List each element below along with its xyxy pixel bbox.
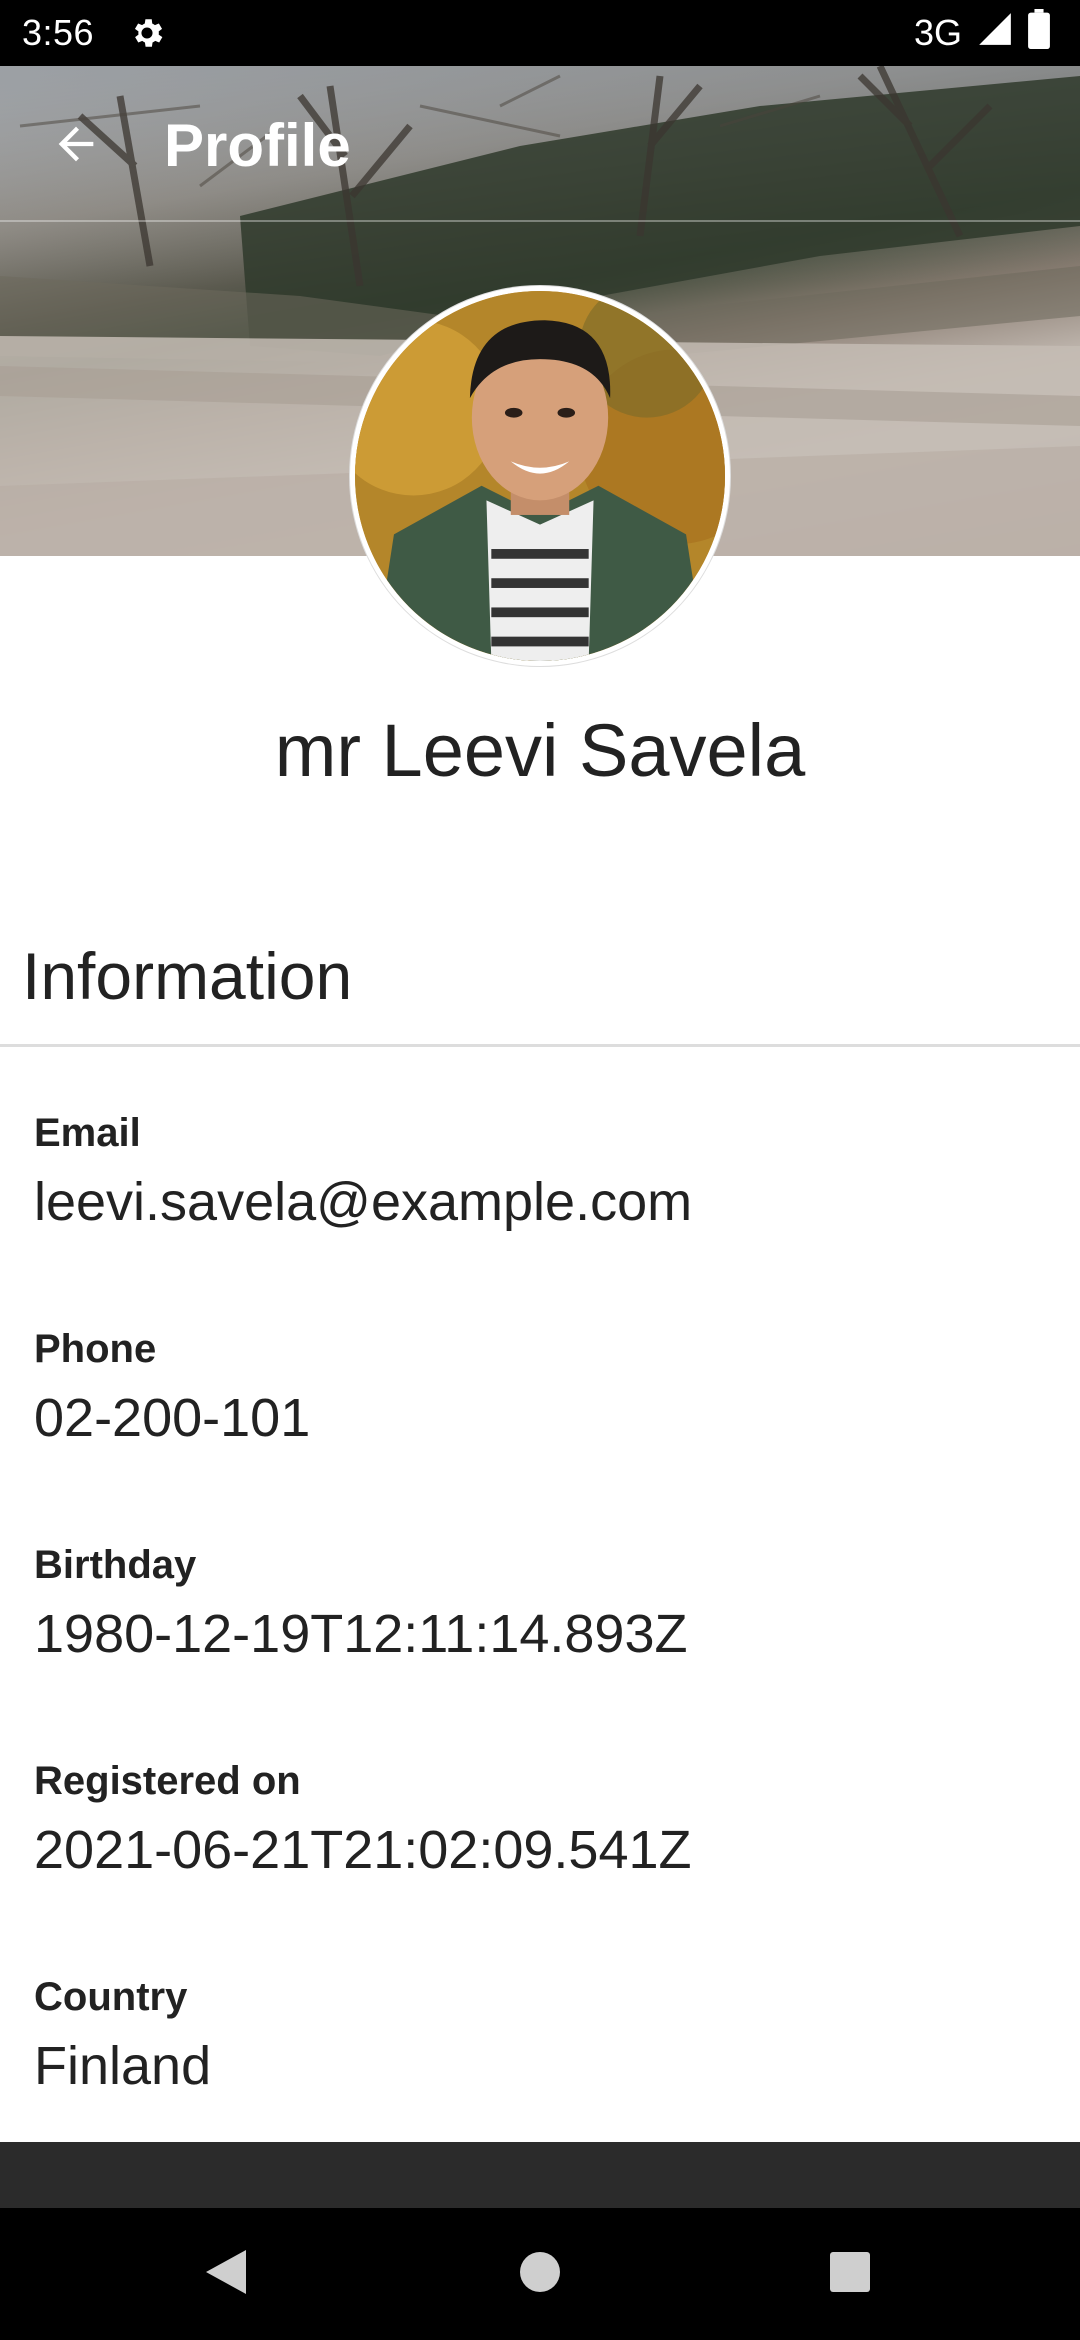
back-triangle-icon (204, 2248, 248, 2301)
recents-square-icon (829, 2251, 871, 2298)
navigation-bar (0, 2208, 1080, 2340)
avatar (350, 286, 730, 666)
field-value: 02-200-101 (34, 1388, 311, 1448)
section-title-information: Information (22, 939, 353, 1013)
phone-screen: 3:56 3G Profile mr Leevi Savela Informat… (0, 0, 1080, 2340)
toolbar: Profile (0, 66, 1080, 222)
field-label: Registered on (34, 1759, 301, 1803)
avatar-photo (355, 291, 725, 661)
field-birthday: Birthday 1980-12-19T12:11:14.893Z (34, 1540, 1034, 1670)
field-value: leevi.savela@example.com (34, 1172, 693, 1232)
profile-name: mr Leevi Savela (274, 709, 806, 792)
home-circle-icon (519, 2251, 561, 2298)
field-email: Email leevi.savela@example.com (34, 1108, 1034, 1238)
nav-home-button[interactable] (508, 2242, 572, 2306)
field-registered-on: Registered on 2021-06-21T21:02:09.541Z (34, 1756, 1034, 1886)
field-value: Finland (34, 2036, 212, 2096)
field-value: 2021-06-21T21:02:09.541Z (34, 1820, 692, 1880)
field-phone: Phone 02-200-101 (34, 1324, 1034, 1454)
field-label: Birthday (34, 1543, 197, 1587)
gear-icon (128, 14, 166, 52)
bottom-strip (0, 2142, 1080, 2208)
battery-icon (1028, 8, 1050, 58)
field-country: Country Finland (34, 1972, 1034, 2102)
field-label: Phone (34, 1327, 157, 1371)
profile-content: mr Leevi Savela Information Email leevi.… (0, 556, 1080, 2142)
field-value: 1980-12-19T12:11:14.893Z (34, 1604, 688, 1664)
signal-icon (976, 10, 1014, 57)
status-time: 3:56 (22, 12, 95, 53)
arrow-back-icon (50, 118, 102, 175)
status-right-group: 3G (913, 8, 1050, 58)
nav-back-button[interactable] (194, 2242, 258, 2306)
status-bar: 3:56 3G (0, 0, 1080, 66)
nav-recents-button[interactable] (818, 2242, 882, 2306)
divider (0, 1044, 1080, 1047)
back-button[interactable] (40, 110, 112, 182)
page-title: Profile (164, 112, 351, 179)
field-label: Email (34, 1111, 141, 1155)
network-type: 3G (913, 12, 962, 53)
field-label: Country (34, 1975, 188, 2019)
